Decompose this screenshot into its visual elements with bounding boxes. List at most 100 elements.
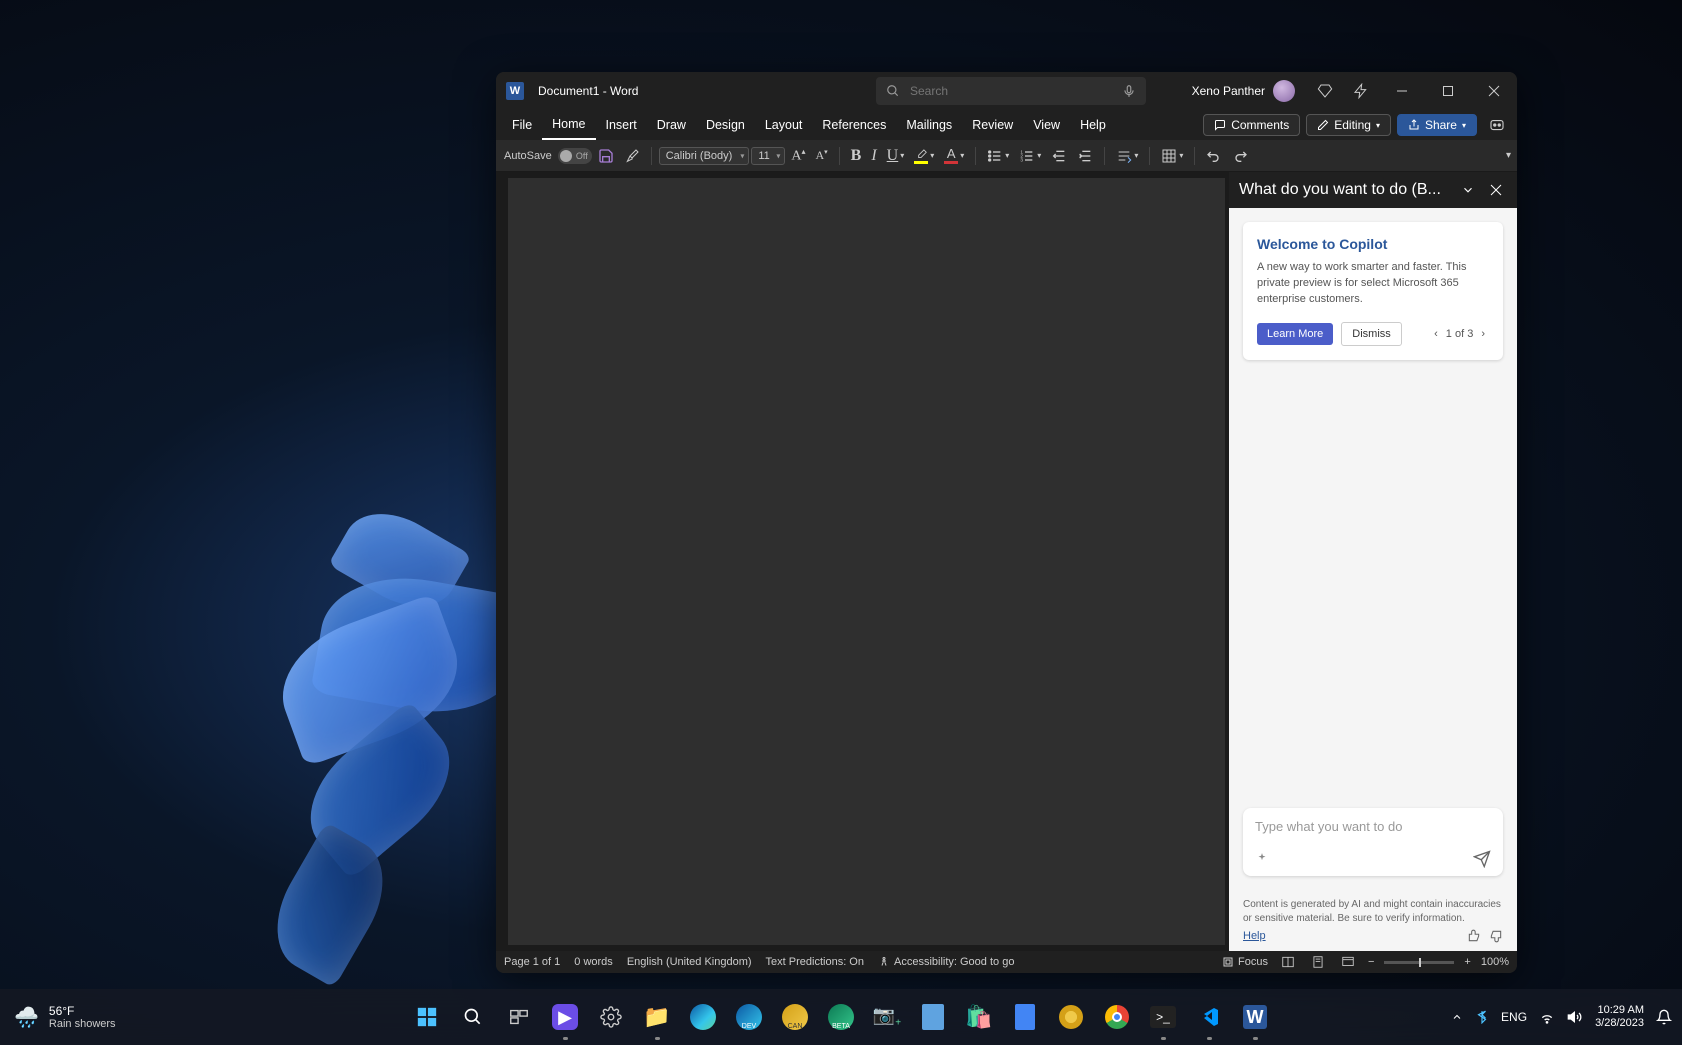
web-layout-button[interactable] xyxy=(1338,953,1358,971)
autosave-toggle[interactable]: AutoSave Off xyxy=(504,148,592,164)
bold-button[interactable]: B xyxy=(847,144,866,168)
taskbar-app-edge[interactable] xyxy=(684,998,722,1036)
pager-next-button[interactable]: › xyxy=(1477,326,1489,342)
italic-button[interactable]: I xyxy=(867,144,880,168)
comments-button[interactable]: Comments xyxy=(1203,114,1300,136)
taskbar-app-chrome[interactable] xyxy=(1098,998,1136,1036)
help-link[interactable]: Help xyxy=(1243,930,1266,942)
copilot-input[interactable] xyxy=(1255,819,1491,834)
volume-icon[interactable] xyxy=(1567,1009,1583,1025)
zoom-in-button[interactable]: + xyxy=(1464,956,1470,968)
tab-file[interactable]: File xyxy=(502,110,542,140)
focus-mode-button[interactable]: Focus xyxy=(1222,956,1268,968)
search-input[interactable] xyxy=(910,84,1112,98)
copilot-toggle-button[interactable] xyxy=(1483,111,1511,139)
taskbar-app-terminal[interactable]: >_ xyxy=(1144,998,1182,1036)
taskbar-app-notepad[interactable] xyxy=(914,998,952,1036)
search-box[interactable] xyxy=(876,77,1146,105)
copilot-close-button[interactable] xyxy=(1485,179,1507,201)
font-name-dropdown[interactable]: Calibri (Body) ▾ xyxy=(659,147,750,165)
taskbar-app-vscode[interactable] xyxy=(1190,998,1228,1036)
user-account[interactable]: Xeno Panther xyxy=(1192,80,1295,102)
numbering-button[interactable]: 123 ▾ xyxy=(1015,144,1045,168)
language[interactable]: English (United Kingdom) xyxy=(627,956,752,968)
editing-mode-dropdown[interactable]: Editing ▾ xyxy=(1306,114,1391,136)
tab-review[interactable]: Review xyxy=(962,110,1023,140)
underline-button[interactable]: U▾ xyxy=(883,144,909,168)
bullets-button[interactable]: ▾ xyxy=(983,144,1013,168)
page-info[interactable]: Page 1 of 1 xyxy=(504,956,560,968)
print-layout-button[interactable] xyxy=(1308,953,1328,971)
taskbar-app-explorer[interactable]: 📁 xyxy=(638,998,676,1036)
tab-design[interactable]: Design xyxy=(696,110,755,140)
document-canvas[interactable] xyxy=(508,178,1225,945)
tab-mailings[interactable]: Mailings xyxy=(896,110,962,140)
undo-button[interactable] xyxy=(1202,144,1226,168)
sparkle-icon[interactable] xyxy=(1255,852,1269,866)
notifications-button[interactable] xyxy=(1656,1009,1672,1025)
tab-home[interactable]: Home xyxy=(542,110,595,140)
font-color-button[interactable]: A ▾ xyxy=(940,144,968,168)
read-mode-button[interactable] xyxy=(1278,953,1298,971)
taskbar-app-word[interactable]: W xyxy=(1236,998,1274,1036)
word-count[interactable]: 0 words xyxy=(574,956,613,968)
close-button[interactable] xyxy=(1471,72,1517,110)
zoom-out-button[interactable]: − xyxy=(1368,956,1374,968)
taskbar-app-settings[interactable] xyxy=(592,998,630,1036)
taskbar-app-camera[interactable]: 📷+ xyxy=(868,998,906,1036)
system-clock[interactable]: 10:29 AM 3/28/2023 xyxy=(1595,1004,1644,1030)
tray-overflow-button[interactable] xyxy=(1451,1011,1463,1023)
zoom-slider[interactable] xyxy=(1384,961,1454,964)
thumbs-down-button[interactable] xyxy=(1489,929,1503,943)
font-size-dropdown[interactable]: 11 ▾ xyxy=(751,147,785,165)
format-painter-button[interactable] xyxy=(620,144,644,168)
redo-button[interactable] xyxy=(1228,144,1252,168)
taskbar-app-docs[interactable] xyxy=(1006,998,1044,1036)
microphone-icon[interactable] xyxy=(1122,84,1136,98)
tab-references[interactable]: References xyxy=(812,110,896,140)
increase-indent-button[interactable] xyxy=(1073,144,1097,168)
tab-draw[interactable]: Draw xyxy=(647,110,696,140)
start-button[interactable] xyxy=(408,998,446,1036)
copilot-collapse-button[interactable] xyxy=(1457,179,1479,201)
send-button[interactable] xyxy=(1473,850,1491,868)
tab-help[interactable]: Help xyxy=(1070,110,1116,140)
taskbar-app-edge-beta[interactable]: BETA xyxy=(822,998,860,1036)
taskbar-app-edge-dev[interactable]: DEV xyxy=(730,998,768,1036)
bluetooth-icon[interactable] xyxy=(1475,1010,1489,1024)
styles-button[interactable]: ▾ xyxy=(1112,144,1142,168)
shrink-font-button[interactable]: A▾ xyxy=(811,144,831,168)
styles-icon xyxy=(1116,148,1132,164)
tab-view[interactable]: View xyxy=(1023,110,1070,140)
minimize-button[interactable] xyxy=(1379,72,1425,110)
maximize-button[interactable] xyxy=(1425,72,1471,110)
taskbar-app-edge-canary[interactable]: CAN xyxy=(776,998,814,1036)
tab-layout[interactable]: Layout xyxy=(755,110,813,140)
tab-insert[interactable]: Insert xyxy=(596,110,647,140)
taskbar-app-store[interactable]: 🛍️ xyxy=(960,998,998,1036)
taskbar-app-chrome-canary[interactable] xyxy=(1052,998,1090,1036)
toggle-switch[interactable]: Off xyxy=(558,148,592,164)
text-predictions[interactable]: Text Predictions: On xyxy=(766,956,864,968)
grow-font-button[interactable]: A▴ xyxy=(787,144,809,168)
thumbs-up-button[interactable] xyxy=(1467,929,1481,943)
table-button[interactable]: ▾ xyxy=(1157,144,1187,168)
ribbon-collapse-button[interactable]: ▾ xyxy=(1506,150,1511,161)
highlight-button[interactable]: ▾ xyxy=(910,144,938,168)
taskbar-app-clipchamp[interactable]: ▶ xyxy=(546,998,584,1036)
weather-widget[interactable]: 🌧️ 56°F Rain showers xyxy=(0,1004,116,1030)
premium-diamond-icon[interactable] xyxy=(1307,72,1343,110)
pager-prev-button[interactable]: ‹ xyxy=(1430,326,1442,342)
wifi-icon[interactable] xyxy=(1539,1009,1555,1025)
zoom-level[interactable]: 100% xyxy=(1481,956,1509,968)
share-button[interactable]: Share ▾ xyxy=(1397,114,1477,136)
coming-soon-icon[interactable] xyxy=(1343,72,1379,110)
task-view-button[interactable] xyxy=(500,998,538,1036)
language-indicator[interactable]: ENG xyxy=(1501,1010,1527,1024)
dismiss-button[interactable]: Dismiss xyxy=(1341,322,1402,346)
save-button[interactable] xyxy=(594,144,618,168)
decrease-indent-button[interactable] xyxy=(1047,144,1071,168)
learn-more-button[interactable]: Learn More xyxy=(1257,323,1333,345)
search-taskbar-button[interactable] xyxy=(454,998,492,1036)
accessibility-status[interactable]: Accessibility: Good to go xyxy=(878,956,1014,968)
